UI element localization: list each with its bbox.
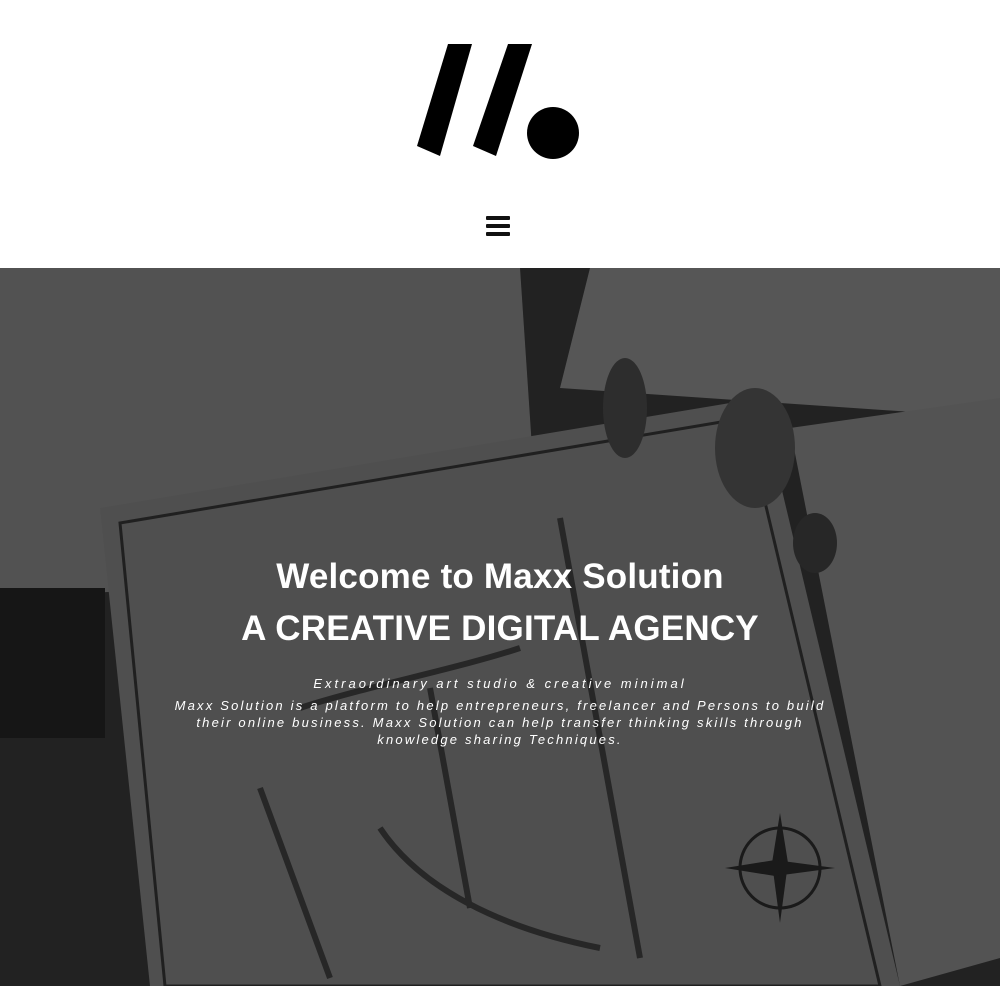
hero-description: Maxx Solution is a platform to help entr… (174, 698, 826, 747)
page-bottom-strip (0, 986, 1000, 1000)
hero-title-line2: A CREATIVE DIGITAL AGENCY (241, 609, 759, 648)
hero-content: Welcome to Maxx Solution A CREATIVE DIGI… (100, 551, 900, 748)
hero-banner: Welcome to Maxx Solution A CREATIVE DIGI… (0, 268, 1000, 986)
site-header (0, 0, 1000, 268)
hamburger-icon (486, 216, 510, 220)
hamburger-menu-button[interactable] (484, 213, 512, 239)
hero-title-line1: Welcome to Maxx Solution (276, 557, 724, 596)
maxx-solution-logo[interactable] (415, 40, 585, 160)
hero-tagline: Extraordinary art studio & creative mini… (313, 676, 687, 691)
hero-title: Welcome to Maxx Solution A CREATIVE DIGI… (100, 551, 900, 655)
